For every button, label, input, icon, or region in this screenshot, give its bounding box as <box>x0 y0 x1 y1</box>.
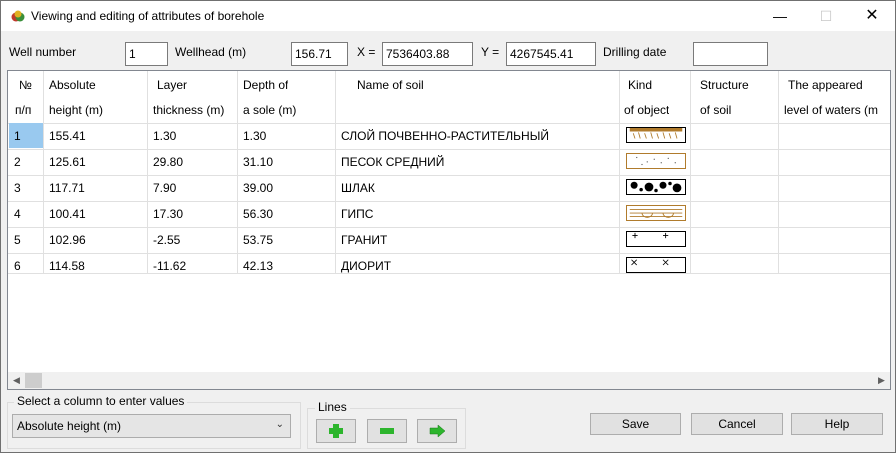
soil-name-cell[interactable]: ГИПС <box>341 207 373 221</box>
layer-thickness-cell[interactable]: 29.80 <box>153 155 183 169</box>
add-line-button[interactable] <box>316 419 356 443</box>
absolute-height-cell[interactable]: 155.41 <box>49 129 86 143</box>
slag-pattern-icon[interactable] <box>626 179 686 195</box>
drilling-date-label: Drilling date <box>603 45 667 59</box>
maximize-button[interactable]: ☐ <box>803 1 849 31</box>
depth-cell[interactable]: 31.10 <box>243 155 273 169</box>
absolute-height-cell[interactable]: 125.61 <box>49 155 86 169</box>
plus-icon <box>329 424 343 438</box>
scroll-right-arrow-icon[interactable]: ▶ <box>873 372 890 389</box>
column-header-layer-thickness[interactable]: Layer <box>157 78 187 92</box>
layer-thickness-cell[interactable]: 17.30 <box>153 207 183 221</box>
y-coordinate-field[interactable]: 4267545.41 <box>506 42 596 66</box>
well-number-label: Well number <box>9 45 77 59</box>
borehole-attributes-window: Viewing and editing of attributes of bor… <box>0 0 896 453</box>
help-button[interactable]: Help <box>791 413 883 435</box>
y-label: Y = <box>481 45 500 59</box>
soil-name-cell[interactable]: ПЕСОК СРЕДНИЙ <box>341 155 444 169</box>
scroll-thumb[interactable] <box>25 373 42 388</box>
absolute-height-cell[interactable]: 117.71 <box>49 181 85 195</box>
depth-cell[interactable]: 39.00 <box>243 181 273 195</box>
horizontal-scrollbar[interactable]: ◀ ▶ <box>8 372 890 389</box>
column-header-water-level-sub[interactable]: level of waters (m <box>784 103 890 117</box>
column-header-kind[interactable]: Kind <box>628 78 652 92</box>
row-number[interactable]: 4 <box>14 207 21 221</box>
column-select-value: Absolute height (m) <box>17 419 122 433</box>
gypsum-pattern-icon[interactable] <box>626 205 686 221</box>
app-icon <box>11 10 25 22</box>
column-header-depth[interactable]: Depth of <box>243 78 288 92</box>
soil-name-cell[interactable]: ГРАНИТ <box>341 233 387 247</box>
save-button[interactable]: Save <box>590 413 681 435</box>
title-bar: Viewing and editing of attributes of bor… <box>1 1 895 31</box>
topsoil-pattern-icon[interactable] <box>626 127 686 143</box>
column-header-absolute-height[interactable]: Absolute <box>49 78 96 92</box>
remove-line-button[interactable] <box>367 419 407 443</box>
lines-group-label: Lines <box>315 400 350 414</box>
drilling-date-field[interactable] <box>693 42 768 66</box>
move-line-button[interactable] <box>417 419 457 443</box>
granite-pattern-icon[interactable] <box>626 231 686 247</box>
well-number-field[interactable]: 1 <box>125 42 168 66</box>
absolute-height-cell[interactable]: 114.58 <box>49 259 85 273</box>
cancel-button[interactable]: Cancel <box>691 413 783 435</box>
depth-cell[interactable]: 53.75 <box>243 233 273 247</box>
absolute-height-cell[interactable]: 100.41 <box>49 207 86 221</box>
column-header-depth-sub[interactable]: a sole (m) <box>243 103 296 117</box>
diorite-pattern-icon[interactable] <box>626 257 686 273</box>
chevron-down-icon: ⌄ <box>275 419 284 430</box>
window-title: Viewing and editing of attributes of bor… <box>31 9 265 23</box>
column-header-kind-sub[interactable]: of object <box>624 103 669 117</box>
wellhead-field[interactable]: 156.71 <box>291 42 348 66</box>
minus-icon <box>380 428 394 434</box>
depth-cell[interactable]: 42.13 <box>243 259 273 273</box>
select-column-group-label: Select a column to enter values <box>14 394 188 408</box>
depth-cell[interactable]: 56.30 <box>243 207 273 221</box>
row-number[interactable]: 2 <box>14 155 21 169</box>
column-header-water-level[interactable]: The appeared <box>788 78 863 92</box>
column-header-structure-sub[interactable]: of soil <box>700 103 731 117</box>
layer-thickness-cell[interactable]: -11.62 <box>153 259 186 273</box>
layer-thickness-cell[interactable]: -2.55 <box>153 233 180 247</box>
minimize-button[interactable]: — <box>757 1 803 31</box>
borehole-layers-grid[interactable]: № п/п Absolute height (m) Layer thicknes… <box>7 70 891 390</box>
absolute-height-cell[interactable]: 102.96 <box>49 233 86 247</box>
column-header-number[interactable]: № <box>19 78 32 92</box>
column-header-layer-thickness-sub[interactable]: thickness (m) <box>153 103 224 117</box>
row-number[interactable]: 6 <box>14 259 21 273</box>
layer-thickness-cell[interactable]: 7.90 <box>153 181 176 195</box>
soil-name-cell[interactable]: ШЛАК <box>341 181 375 195</box>
column-select-dropdown[interactable]: Absolute height (m) ⌄ <box>12 414 291 438</box>
column-header-number-sub[interactable]: п/п <box>15 103 31 117</box>
x-coordinate-field[interactable]: 7536403.88 <box>382 42 473 66</box>
column-header-structure[interactable]: Structure <box>700 78 749 92</box>
wellhead-label: Wellhead (m) <box>175 45 247 59</box>
column-header-absolute-height-sub[interactable]: height (m) <box>49 103 103 117</box>
scroll-left-arrow-icon[interactable]: ◀ <box>8 372 25 389</box>
soil-name-cell[interactable]: СЛОЙ ПОЧВЕННО-РАСТИТЕЛЬНЫЙ <box>341 129 549 143</box>
x-label: X = <box>357 45 376 59</box>
arrow-right-icon <box>429 424 446 438</box>
layer-thickness-cell[interactable]: 1.30 <box>153 129 176 143</box>
row-number[interactable]: 5 <box>14 233 21 247</box>
depth-cell[interactable]: 1.30 <box>243 129 266 143</box>
close-button[interactable]: ✕ <box>849 1 895 31</box>
row-number[interactable]: 3 <box>14 181 21 195</box>
column-header-soil-name[interactable]: Name of soil <box>357 78 424 92</box>
row-number[interactable]: 1 <box>14 129 21 143</box>
soil-name-cell[interactable]: ДИОРИТ <box>341 259 391 273</box>
sand-pattern-icon[interactable] <box>626 153 686 169</box>
